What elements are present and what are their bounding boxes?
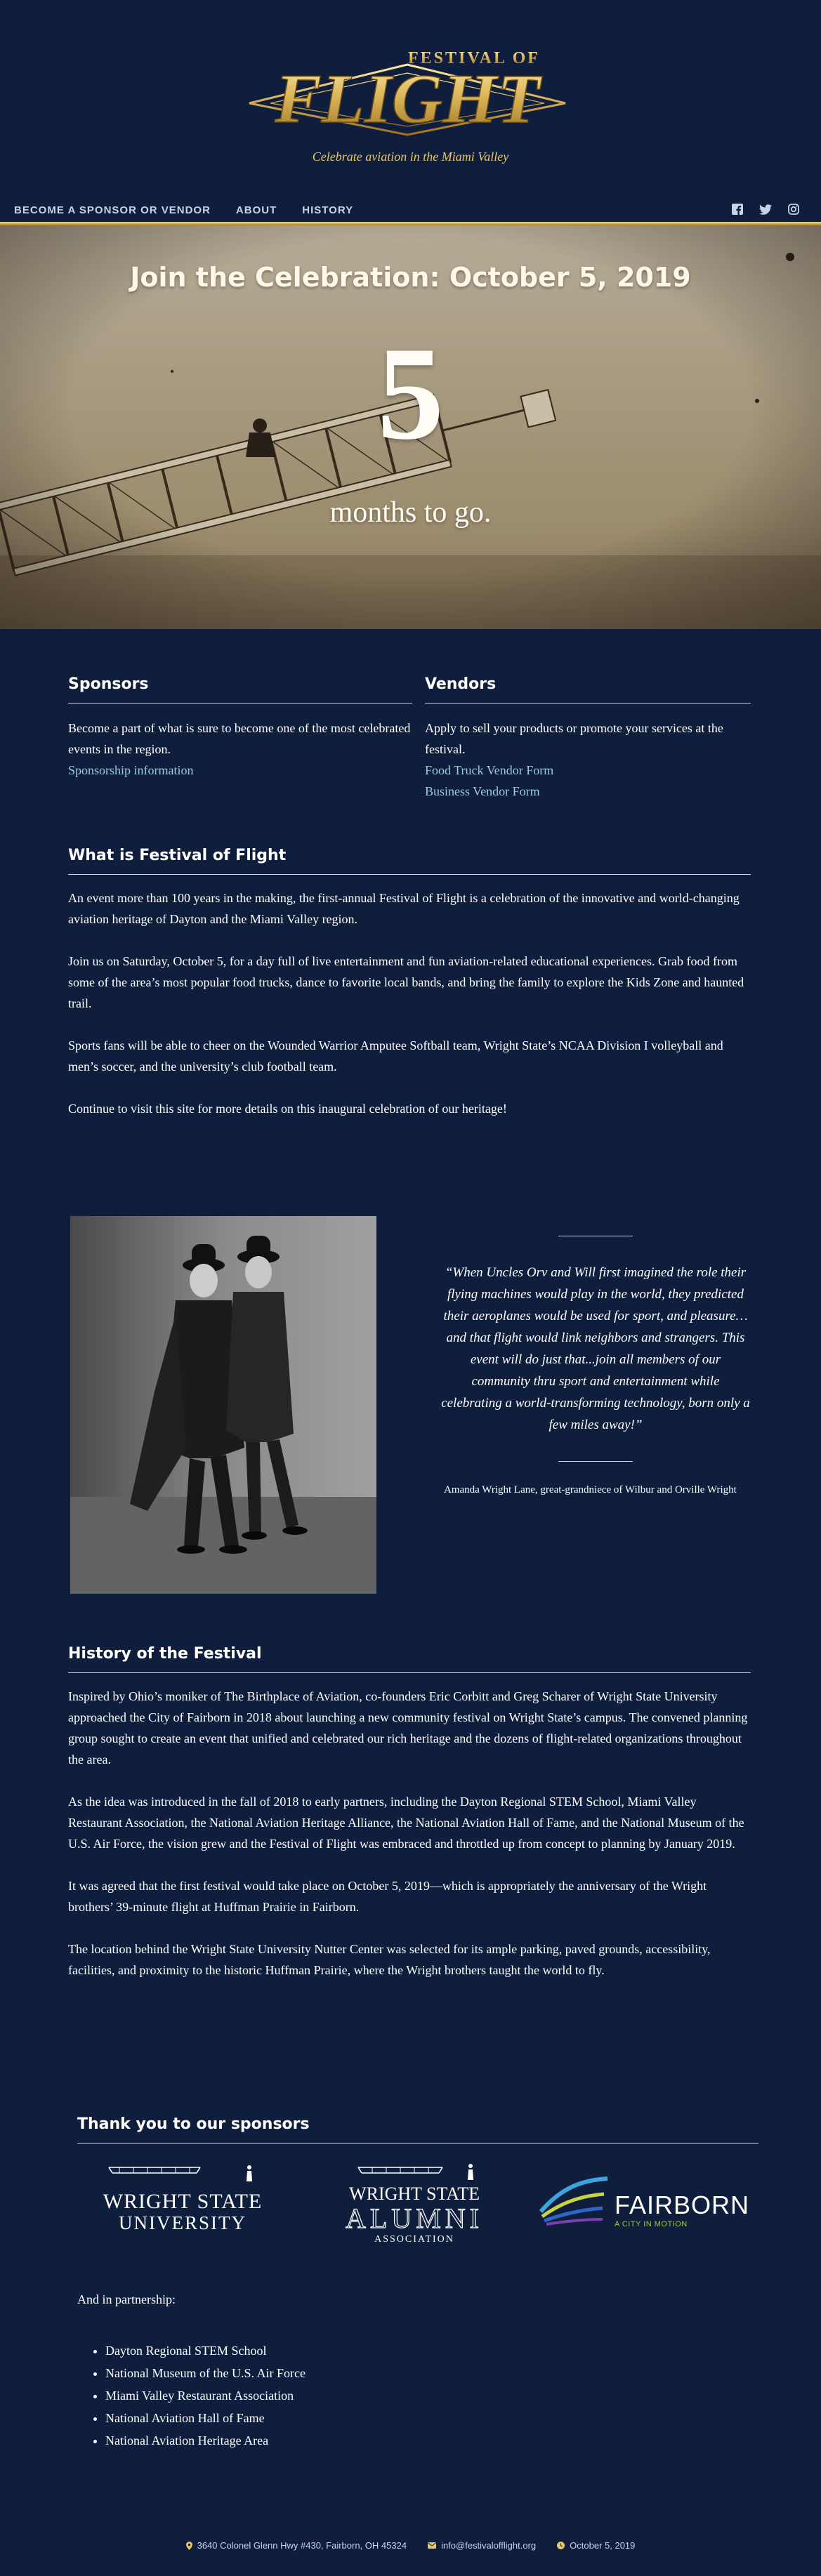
footer-address: 3640 Colonel Glenn Hwy #430, Fairborn, O… xyxy=(185,2540,407,2551)
wright-state-alumni-logo[interactable]: WRIGHT STATE ALUMNI ASSOCIATION xyxy=(345,2164,483,2245)
about-heading: What is Festival of Flight xyxy=(68,847,751,875)
list-item: National Aviation Heritage Area xyxy=(105,2429,306,2452)
hero-banner: Join the Celebration: October 5, 2019 5 … xyxy=(0,225,821,629)
quote-divider xyxy=(558,1461,633,1462)
food-truck-vendor-link[interactable]: Food Truck Vendor Form xyxy=(425,760,751,781)
sponsors-column: Sponsors Become a part of what is sure t… xyxy=(68,675,412,781)
about-paragraph: An event more than 100 years in the maki… xyxy=(68,891,740,926)
twitter-icon[interactable] xyxy=(759,203,772,216)
history-paragraph: As the idea was introduced in the fall o… xyxy=(68,1795,744,1851)
sponsors-heading: Sponsors xyxy=(68,675,412,704)
list-item: National Museum of the U.S. Air Force xyxy=(105,2362,306,2384)
footer-email-text[interactable]: info@festivalofflight.org xyxy=(441,2540,536,2551)
about-section: What is Festival of Flight An event more… xyxy=(68,847,751,1119)
testimonial: “When Uncles Orv and Will first imagined… xyxy=(441,1236,750,1499)
alumni-logo-line1: WRIGHT STATE xyxy=(349,2184,480,2204)
countdown-label: months to go. xyxy=(329,496,492,529)
partners-section: And in partnership: Dayton Regional STEM… xyxy=(77,2289,306,2452)
hero-title: Join the Celebration: October 5, 2019 xyxy=(130,262,691,293)
main-nav: BECOME A SPONSOR OR VENDOR ABOUT HISTORY xyxy=(14,204,353,216)
wright-brothers-photo xyxy=(70,1216,376,1594)
map-pin-icon xyxy=(185,2541,192,2550)
footer-date-text: October 5, 2019 xyxy=(570,2540,636,2551)
alumni-logo-line2: ALUMNI xyxy=(346,2202,483,2234)
nav-item-history[interactable]: HISTORY xyxy=(302,204,353,216)
wsu-logo-line1: WRIGHT STATE xyxy=(103,2190,263,2213)
alumni-logo-line3: ASSOCIATION xyxy=(374,2234,454,2245)
vendors-column: Vendors Apply to sell your products or p… xyxy=(425,675,751,802)
quote-attribution: Amanda Wright Lane, great-grandniece of … xyxy=(444,1484,737,1495)
wright-state-university-logo[interactable]: WRIGHT STATE UNIVERSITY xyxy=(103,2165,263,2233)
business-vendor-link[interactable]: Business Vendor Form xyxy=(425,781,751,802)
footer-email[interactable]: info@festivalofflight.org xyxy=(428,2540,536,2551)
envelope-icon xyxy=(428,2542,437,2549)
about-paragraph: Continue to visit this site for more det… xyxy=(68,1102,507,1116)
clock-icon xyxy=(557,2542,565,2549)
fairborn-logo-name: FAIRBORN xyxy=(615,2191,749,2219)
sponsors-text: Become a part of what is sure to become … xyxy=(68,721,411,756)
site-footer: 3640 Colonel Glenn Hwy #430, Fairborn, O… xyxy=(0,2540,821,2551)
countdown-number: 5 xyxy=(377,320,444,468)
history-heading: History of the Festival xyxy=(68,1645,751,1673)
about-paragraph: Sports fans will be able to cheer on the… xyxy=(68,1038,723,1074)
nav-item-sponsor-vendor[interactable]: BECOME A SPONSOR OR VENDOR xyxy=(14,204,211,216)
history-paragraph: It was agreed that the first festival wo… xyxy=(68,1879,707,1914)
instagram-icon[interactable] xyxy=(787,203,800,216)
history-paragraph: The location behind the Wright State Uni… xyxy=(68,1942,711,1977)
thanks-section: Thank you to our sponsors xyxy=(77,2115,758,2144)
vendors-text: Apply to sell your products or promote y… xyxy=(425,721,723,756)
fairborn-logo-tagline: A CITY IN MOTION xyxy=(615,2220,688,2228)
list-item: Dayton Regional STEM School xyxy=(105,2339,306,2362)
footer-address-text: 3640 Colonel Glenn Hwy #430, Fairborn, O… xyxy=(197,2540,407,2551)
partners-list: Dayton Regional STEM School National Mus… xyxy=(77,2339,306,2452)
festival-of-flight-logo[interactable]: FESTIVAL OF FLIGHT xyxy=(242,37,572,142)
wsu-logo-line2: UNIVERSITY xyxy=(119,2212,247,2233)
list-item: Miami Valley Restaurant Association xyxy=(105,2384,306,2407)
history-paragraph: Inspired by Ohio’s moniker of The Birthp… xyxy=(68,1689,748,1766)
sponsor-logos: WRIGHT STATE UNIVERSITY WRIGHT STATE ALU… xyxy=(103,2164,749,2245)
tagline: Celebrate aviation in the Miami Valley xyxy=(312,150,509,164)
list-item: National Aviation Hall of Fame xyxy=(105,2407,306,2429)
footer-date: October 5, 2019 xyxy=(557,2540,635,2551)
quote-text: “When Uncles Orv and Will first imagined… xyxy=(441,1265,750,1432)
fairborn-logo[interactable]: FAIRBORN A CITY IN MOTION xyxy=(539,2177,749,2228)
vendors-heading: Vendors xyxy=(425,675,751,704)
history-section: History of the Festival Inspired by Ohio… xyxy=(68,1645,751,1981)
nav-item-about[interactable]: ABOUT xyxy=(236,204,277,216)
social-links xyxy=(731,203,800,216)
thanks-heading: Thank you to our sponsors xyxy=(77,2115,758,2144)
site-header: FESTIVAL OF FLIGHT Celebrate aviation in… xyxy=(0,0,821,225)
facebook-icon[interactable] xyxy=(731,203,744,216)
about-paragraph: Join us on Saturday, October 5, for a da… xyxy=(68,954,744,1010)
sponsorship-info-link[interactable]: Sponsorship information xyxy=(68,760,412,781)
partnership-label: And in partnership: xyxy=(77,2292,176,2306)
logo-big-text: FLIGHT xyxy=(274,60,543,138)
